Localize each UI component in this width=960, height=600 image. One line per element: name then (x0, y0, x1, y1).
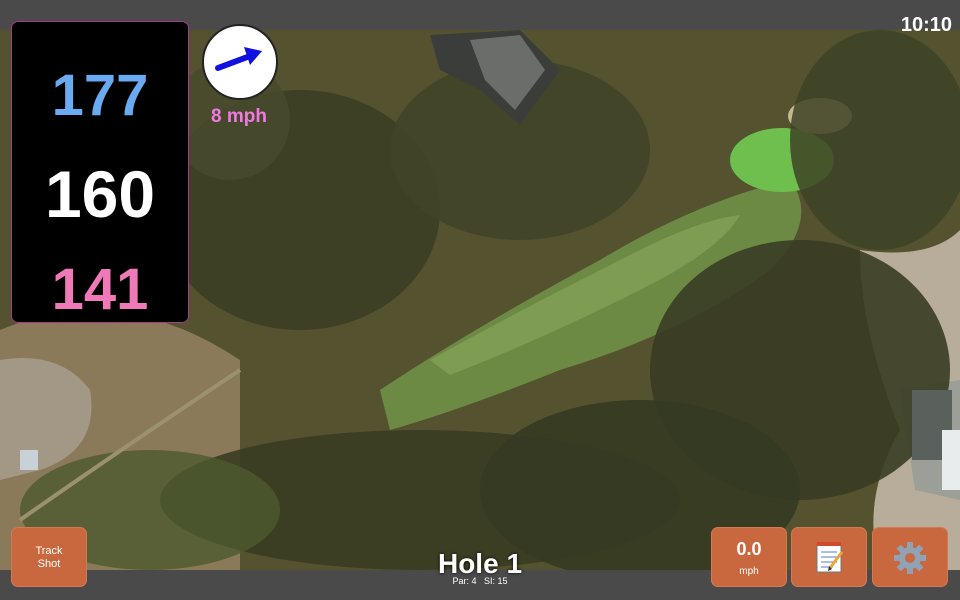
arrow-right-icon (215, 47, 262, 71)
track-shot-button[interactable]: Track Shot (12, 528, 86, 586)
settings-button[interactable] (873, 528, 947, 586)
notepad-icon (816, 542, 844, 573)
distance-panel: 177 160 141 (12, 22, 188, 322)
speed-unit: mph (739, 566, 759, 577)
speed-value: 0.0 (736, 539, 762, 559)
middle-distance: 160 (44, 157, 156, 231)
si-label: SI: 15 (484, 576, 508, 586)
gear-icon (894, 542, 926, 574)
hole-details: Par: 4 SI: 15 (380, 576, 580, 586)
par-label: Par: 4 (452, 576, 477, 586)
wind-speed: 8 mph (211, 106, 267, 127)
clock: 10:10 (900, 14, 952, 36)
speed-button[interactable]: 0.0 mph (712, 528, 786, 586)
wind-indicator[interactable] (202, 24, 278, 100)
notes-button[interactable] (792, 528, 866, 586)
back-distance: 177 (51, 63, 149, 128)
front-distance: 141 (51, 257, 149, 322)
track-shot-label: Track Shot (35, 545, 63, 570)
